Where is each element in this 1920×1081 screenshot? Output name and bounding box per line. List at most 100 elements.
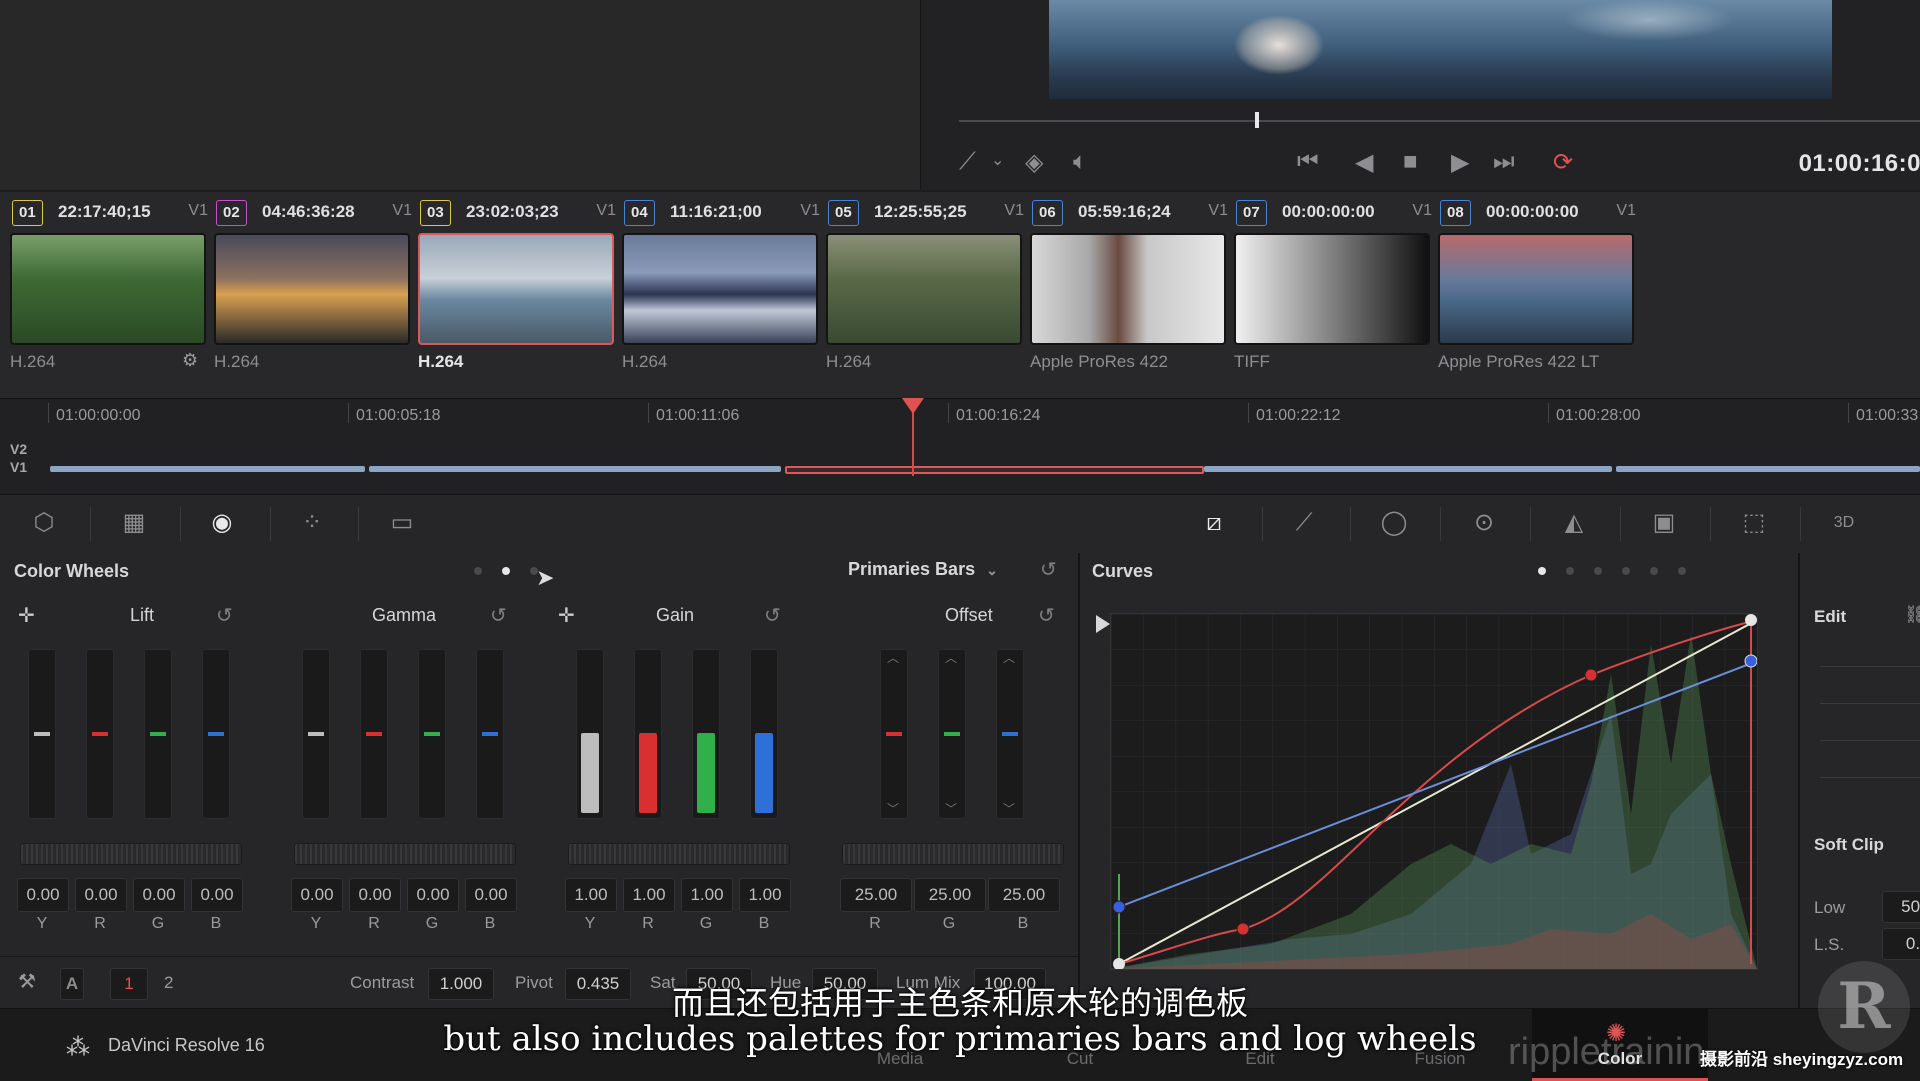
curves-mode-dot[interactable] (1622, 567, 1630, 575)
curves-mode-dot[interactable] (1678, 567, 1686, 575)
timeline-clip[interactable] (1204, 466, 1612, 472)
clip-06[interactable]: 06 05:59:16;24 V1 Apple ProRes 422 (1030, 200, 1230, 380)
bar-lift-b[interactable] (202, 649, 230, 819)
curve-point-red[interactable] (1584, 668, 1598, 682)
play-icon[interactable]: ▶ (1451, 148, 1469, 177)
bar-offset-r[interactable]: ︿ ﹀ (880, 649, 908, 819)
curve-point-blue[interactable] (1744, 654, 1758, 668)
layers-icon[interactable]: ◈ (1025, 148, 1043, 177)
timeline-clip-selected[interactable] (785, 466, 1204, 474)
window-icon[interactable]: ◯ (1372, 503, 1416, 543)
bar-marker[interactable] (1002, 732, 1018, 736)
skip-start-icon[interactable]: ⏮︎ (1297, 148, 1319, 176)
clip-thumbnail[interactable] (826, 233, 1022, 345)
tracker-icon[interactable]: ⊙ (1462, 503, 1506, 543)
mini-timeline[interactable]: V2 V1 01:00:00:00 01:00:05:18 01:00:11:06 0… (0, 398, 1920, 495)
reset-icon[interactable]: ↺ (490, 603, 507, 628)
bar-marker[interactable] (308, 732, 324, 736)
3d-icon[interactable]: 3D (1822, 503, 1866, 543)
value-gain-r[interactable]: 1.00 (623, 878, 675, 912)
bar-marker[interactable] (482, 732, 498, 736)
chevron-down-icon[interactable]: ﹀ (887, 800, 899, 817)
curves-mode-dot[interactable] (1650, 567, 1658, 575)
crosshair-picker-icon[interactable]: ✛ (18, 603, 35, 628)
bar-marker[interactable] (34, 732, 50, 736)
value-lift-y[interactable]: 0.00 (17, 878, 69, 912)
edit-slider-line[interactable] (1820, 666, 1920, 667)
edit-slider-line[interactable] (1820, 740, 1920, 741)
blur-icon[interactable]: ◭ (1552, 503, 1596, 543)
page-dot[interactable] (474, 567, 482, 575)
value-gain-y[interactable]: 1.00 (565, 878, 617, 912)
bar-marker[interactable] (208, 732, 224, 736)
bar-marker[interactable] (944, 732, 960, 736)
value-gamma-g[interactable]: 0.00 (407, 878, 459, 912)
master-wheel-gamma[interactable] (294, 843, 516, 865)
value-gamma-b[interactable]: 0.00 (465, 878, 517, 912)
loop-icon[interactable]: ⟳ (1553, 148, 1573, 177)
chevron-down-icon[interactable]: ⌄ (991, 150, 1004, 170)
qualifier-icon[interactable]: ⟋ (1282, 503, 1326, 543)
clip-02[interactable]: 02 04:46:36:28 V1 H.264 (214, 200, 414, 380)
edit-slider-line[interactable] (1820, 703, 1920, 704)
low-field[interactable]: 50. (1882, 891, 1920, 923)
skip-end-icon[interactable]: ⏭︎ (1493, 148, 1515, 176)
bar-marker[interactable] (92, 732, 108, 736)
clip-thumbnail[interactable] (1438, 233, 1634, 345)
clip-05[interactable]: 05 12:25:55;25 V1 H.264 (826, 200, 1026, 380)
clip-03[interactable]: 03 23:02:03;23 V1 H.264 (418, 200, 618, 380)
viewer-scrub-head[interactable] (1255, 112, 1259, 128)
bar-offset-b[interactable]: ︿ ﹀ (996, 649, 1024, 819)
chevron-down-icon[interactable]: ﹀ (945, 800, 957, 817)
clip-thumbnail[interactable] (1030, 233, 1226, 345)
bar-gain-b[interactable] (750, 649, 778, 819)
master-wheel-lift[interactable] (20, 843, 242, 865)
rgb-mixer-icon[interactable]: ⁘ (290, 503, 334, 543)
value-gamma-r[interactable]: 0.00 (349, 878, 401, 912)
clip-thumbnail[interactable] (418, 233, 614, 345)
reset-icon[interactable]: ↺ (1038, 603, 1055, 628)
curves-icon[interactable]: ⧄ (1192, 503, 1236, 543)
playhead-marker[interactable] (902, 398, 924, 414)
curve-point-red-low[interactable] (1236, 922, 1250, 936)
bar-gain-r[interactable] (634, 649, 662, 819)
ls-field[interactable]: 0. (1882, 928, 1920, 960)
curves-mode-dot-active[interactable] (1538, 567, 1546, 575)
bar-lift-g[interactable] (144, 649, 172, 819)
master-wheel-offset[interactable] (842, 843, 1064, 865)
clip-settings-icon[interactable]: ⚙ (182, 350, 198, 371)
bar-gamma-y[interactable] (302, 649, 330, 819)
clip-thumbnail[interactable] (10, 233, 206, 345)
reset-icon[interactable]: ↺ (764, 603, 781, 628)
timeline-clip[interactable] (1616, 466, 1920, 472)
value-offset-b[interactable]: 25.00 (988, 878, 1060, 912)
clip-07[interactable]: 07 00:00:00:00 V1 TIFF (1234, 200, 1434, 380)
chevron-up-icon[interactable]: ︿ (887, 649, 899, 666)
bar-marker[interactable] (150, 732, 166, 736)
value-lift-r[interactable]: 0.00 (75, 878, 127, 912)
bar-marker[interactable] (424, 732, 440, 736)
value-offset-g[interactable]: 25.00 (914, 878, 986, 912)
value-gain-g[interactable]: 1.00 (681, 878, 733, 912)
chevron-down-icon[interactable]: ﹀ (1003, 800, 1015, 817)
bar-lift-y[interactable] (28, 649, 56, 819)
bar-gain-y[interactable] (576, 649, 604, 819)
picker-icon[interactable]: ⟋ (959, 148, 976, 176)
curves-mode-dot[interactable] (1566, 567, 1574, 575)
value-gamma-y[interactable]: 0.00 (291, 878, 343, 912)
bar-gamma-b[interactable] (476, 649, 504, 819)
bar-marker[interactable] (366, 732, 382, 736)
color-match-icon[interactable]: ▦ (112, 503, 156, 543)
clip-08[interactable]: 08 00:00:00:00 V1 Apple ProRes 422 LT (1438, 200, 1638, 380)
value-lift-g[interactable]: 0.00 (133, 878, 185, 912)
viewer-scrubber[interactable] (959, 120, 1920, 122)
curve-toggle-icon[interactable] (1096, 615, 1110, 633)
bar-gamma-g[interactable] (418, 649, 446, 819)
key-icon[interactable]: ▣ (1642, 503, 1686, 543)
link-icon[interactable]: ⛓ (1904, 605, 1920, 625)
chevron-up-icon[interactable]: ︿ (945, 649, 957, 666)
curve-point-blue-low[interactable] (1112, 900, 1126, 914)
page-dot-active[interactable] (502, 567, 510, 575)
curve-graph[interactable] (1110, 613, 1758, 970)
master-wheel-gain[interactable] (568, 843, 790, 865)
